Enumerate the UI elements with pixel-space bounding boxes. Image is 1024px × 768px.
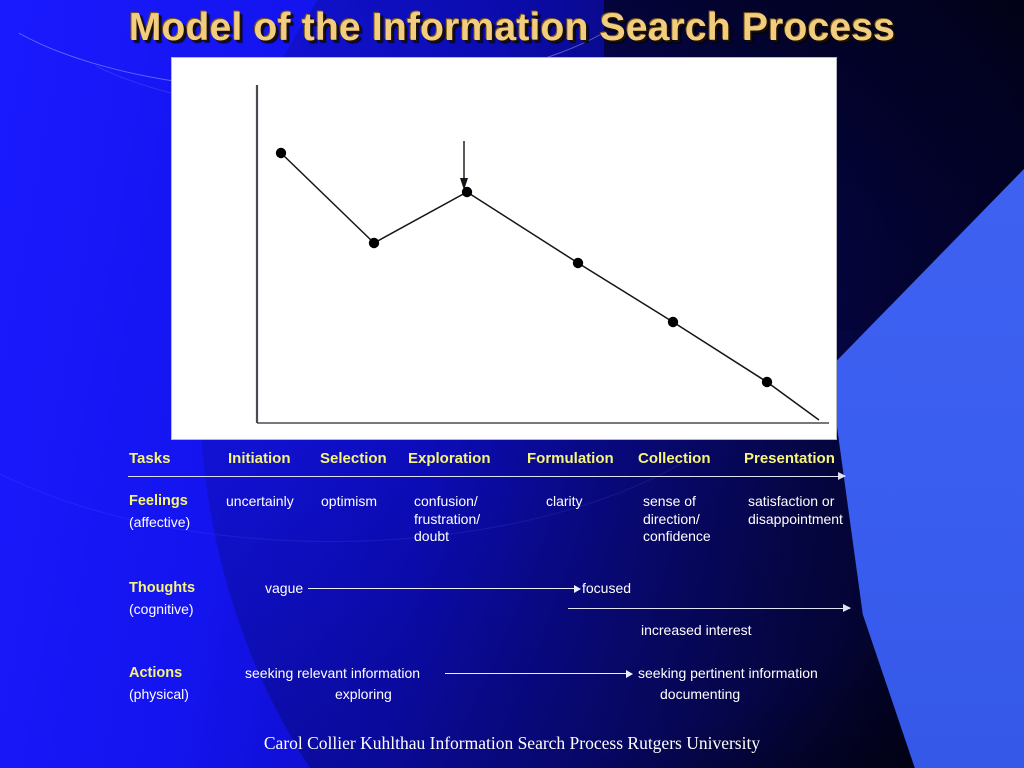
table-header-presentation: Presentation bbox=[744, 450, 835, 467]
data-point-presentation bbox=[761, 376, 773, 388]
row-sublabel-affective: (affective) bbox=[129, 514, 191, 530]
cell-feelings-collection: sense of direction/ confidence bbox=[643, 493, 711, 544]
data-point-selection bbox=[368, 237, 380, 249]
table-header-selection: Selection bbox=[320, 450, 387, 467]
cell-feelings-formulation: clarity bbox=[546, 493, 583, 509]
table-header-exploration: Exploration bbox=[408, 450, 491, 467]
thoughts-to-label: focused bbox=[582, 580, 632, 596]
row-sublabel-cognitive: (cognitive) bbox=[129, 601, 194, 617]
cell-feelings-initiation: uncertainly bbox=[226, 493, 294, 509]
table-header-initiation: Initiation bbox=[228, 450, 291, 467]
row-sublabel-physical: (physical) bbox=[129, 686, 189, 702]
footer-credit: Carol Collier Kuhlthau Information Searc… bbox=[263, 733, 761, 753]
data-point-exploration bbox=[461, 186, 473, 198]
tasks-progression-arrow bbox=[128, 472, 846, 482]
cell-feelings-selection: optimism bbox=[321, 493, 378, 509]
thoughts-progression-arrow bbox=[308, 584, 581, 594]
actions-to-label: seeking pertinent information bbox=[638, 665, 818, 681]
process-table: Tasks Initiation Selection Exploration F… bbox=[0, 440, 1024, 730]
table-header-tasks: Tasks bbox=[129, 450, 171, 467]
data-point-initiation bbox=[275, 147, 287, 159]
row-label-actions: Actions bbox=[129, 665, 183, 681]
actions-to-sublabel: documenting bbox=[660, 686, 741, 702]
row-label-thoughts: Thoughts bbox=[129, 580, 196, 596]
slide: Model of the Information Search Process … bbox=[0, 0, 1024, 768]
row-label-feelings: Feelings bbox=[129, 493, 188, 509]
table-header-formulation: Formulation bbox=[527, 450, 614, 467]
increased-interest-arrow bbox=[568, 604, 851, 614]
actions-progression-arrow bbox=[445, 669, 633, 679]
uncertainty-line-chart bbox=[171, 57, 837, 440]
data-point-formulation bbox=[572, 257, 584, 269]
actions-from-sublabel: exploring bbox=[335, 686, 392, 702]
slide-title: Model of the Information Search Process bbox=[128, 6, 896, 49]
thoughts-from-label: vague bbox=[265, 580, 304, 596]
actions-from-label: seeking relevant information bbox=[245, 665, 421, 681]
thoughts-secondary-label: increased interest bbox=[641, 622, 752, 638]
cell-feelings-exploration: confusion/ frustration/ doubt bbox=[414, 493, 481, 544]
cell-feelings-presentation: satisfaction or disappointment bbox=[748, 493, 843, 527]
chart-panel: Level of Uncertainty Zone ofIntervention bbox=[171, 57, 837, 440]
data-point-collection bbox=[667, 316, 679, 328]
table-header-collection: Collection bbox=[638, 450, 711, 467]
